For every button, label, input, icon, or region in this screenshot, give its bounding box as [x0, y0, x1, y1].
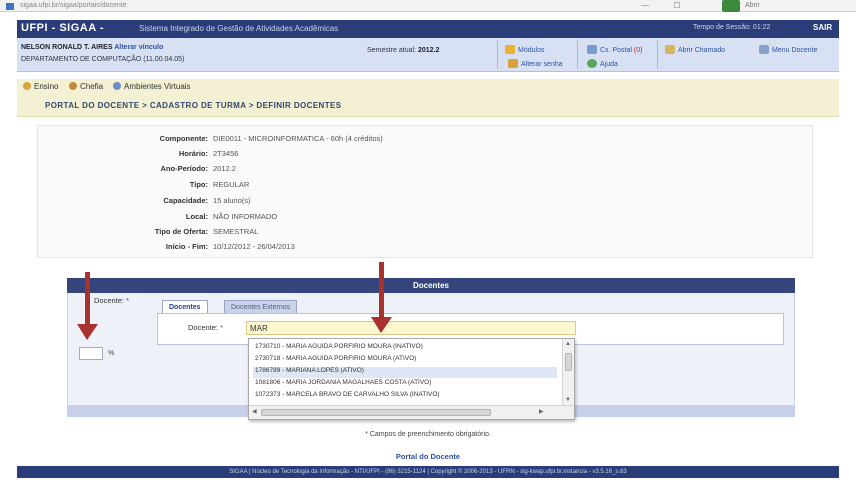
detail-row: Componente: DIE0011 - MICROINFORMATICA - … [159, 134, 383, 143]
logout-link[interactable]: SAIR [813, 23, 832, 32]
list-item[interactable]: 1730710 - MARIA AGUIDA PORFIRIO MOURA (I… [253, 343, 557, 354]
modules-link[interactable]: Módulos [505, 45, 544, 54]
user-name-line: NELSON RONALD T. AIRES Alterar vínculo [21, 44, 163, 51]
scroll-up-icon[interactable]: ▲ [565, 341, 571, 347]
session-timer: Tempo de Sessão: 01:22 [693, 24, 771, 31]
vertical-scrollbar[interactable]: ▲ ▼ [562, 339, 574, 405]
list-item[interactable]: 1081806 - MARIA JORDANIA MAGALHAES COSTA… [253, 379, 557, 390]
help-link[interactable]: Ajuda [587, 59, 618, 68]
docentes-header: Docentes [67, 278, 795, 293]
system-title: Sistema Integrado de Gestão de Atividade… [139, 24, 339, 33]
scroll-left-icon[interactable]: ◀ [252, 408, 257, 415]
percent-sign: % [108, 350, 115, 357]
change-link-vinculo[interactable]: Alterar vínculo [114, 44, 163, 51]
tab-docentes[interactable]: Docentes [162, 300, 208, 314]
system-title-bar: UFPI - SIGAA - Sistema Integrado de Gest… [17, 20, 839, 38]
detail-row: Início - Fim: 10/12/2012 - 26/04/2013 [165, 242, 295, 251]
key-icon [508, 59, 518, 68]
ambientes-icon [113, 82, 121, 90]
mailbox-link[interactable]: Cx. Postal (0) [587, 45, 642, 54]
extension-icon[interactable] [722, 0, 740, 12]
detail-row: Ano-Período: 2012.2 [160, 164, 236, 173]
docente-inner-label: Docente: * [188, 323, 224, 332]
user-name: NELSON RONALD T. AIRES [21, 44, 113, 51]
divider [497, 41, 498, 69]
detail-row: Local: NÃO INFORMADO [185, 212, 278, 221]
open-ticket-link[interactable]: Abrir Chamado [665, 45, 725, 54]
address-bar[interactable]: sigaa.ufpi.br/sigaa/portais/docente [20, 2, 127, 9]
semester-label: Semestre atual: [367, 47, 417, 54]
workload-percent-input[interactable] [79, 347, 103, 360]
detail-row: Capacidade: 15 aluno(s) [163, 196, 251, 205]
required-mark: * [220, 323, 224, 332]
breadcrumb: PORTAL DO DOCENTE > CADASTRO DE TURMA > … [17, 95, 839, 117]
main-menu: Ensino Chefia Ambientes Virtuais [17, 79, 839, 95]
scroll-thumb[interactable] [565, 353, 572, 371]
list-item-highlighted[interactable]: 1786789 - MARIANA LOPES (ATIVO) [253, 367, 557, 378]
detail-row: Tipo: REGULAR [189, 180, 250, 189]
menu-item-chefia[interactable]: Chefia [69, 82, 103, 91]
favicon-icon [6, 3, 14, 10]
minimize-button[interactable]: — [630, 1, 660, 11]
help-icon [587, 59, 597, 68]
ticket-icon [665, 45, 675, 54]
list-item[interactable]: 2730718 - MARIA AGUIDA PORFIRIO MOURA (A… [253, 355, 557, 366]
tab-docentes-externos[interactable]: Docentes Externos [224, 300, 298, 314]
current-semester: Semestre atual: 2012.2 [367, 47, 439, 54]
docente-search-input[interactable] [246, 321, 576, 335]
scroll-thumb[interactable] [261, 409, 491, 416]
chefia-icon [69, 82, 77, 90]
horizontal-scrollbar[interactable]: ◀ ▶ [249, 405, 574, 419]
required-fields-note: * Campos de preenchimento obrigatório. [365, 431, 491, 438]
system-brand[interactable]: UFPI - SIGAA - [21, 22, 104, 34]
docente-outer-label: Docente: * [94, 296, 130, 305]
change-password-link[interactable]: Alterar senha [508, 59, 563, 68]
modules-icon [505, 45, 515, 54]
user-info-bar: NELSON RONALD T. AIRES Alterar vínculo D… [17, 38, 839, 72]
breadcrumb-text: PORTAL DO DOCENTE > CADASTRO DE TURMA > … [45, 101, 342, 110]
scroll-down-icon[interactable]: ▼ [565, 397, 571, 403]
menu-item-ambientes[interactable]: Ambientes Virtuais [113, 82, 191, 91]
semester-value: 2012.2 [417, 47, 440, 54]
portal-docente-link[interactable]: Portal do Docente [0, 452, 856, 461]
divider [657, 41, 658, 69]
page-footer: SIGAA | Núcleo de Tecnologia da Informaç… [17, 466, 839, 478]
menu-item-ensino[interactable]: Ensino [23, 82, 58, 91]
sitemap-icon [759, 45, 769, 54]
detail-row: Horário: 2T3456 [178, 149, 239, 158]
turma-details: Componente: DIE0011 - MICROINFORMATICA - … [37, 125, 813, 258]
detail-row: Tipo de Oferta: SEMESTRAL [154, 227, 259, 236]
browser-chrome: sigaa.ufpi.br/sigaa/portais/docente — ☐ … [0, 0, 856, 12]
required-mark: * [126, 296, 130, 305]
divider [577, 41, 578, 69]
mailbox-icon [587, 45, 597, 54]
list-item[interactable]: 1072373 - MARCELA BRAVO DE CARVALHO SILV… [253, 391, 557, 402]
ensino-icon [23, 82, 31, 90]
extension-label[interactable]: Abrir [745, 2, 760, 9]
docente-autocomplete-list[interactable]: 1730710 - MARIA AGUIDA PORFIRIO MOURA (I… [248, 338, 575, 420]
maximize-button[interactable]: ☐ [662, 1, 692, 11]
docente-menu-link[interactable]: Menu Docente [759, 45, 818, 54]
scroll-right-icon[interactable]: ▶ [539, 408, 544, 415]
user-department: DEPARTAMENTO DE COMPUTAÇÃO (11.00.04.05) [21, 56, 185, 63]
